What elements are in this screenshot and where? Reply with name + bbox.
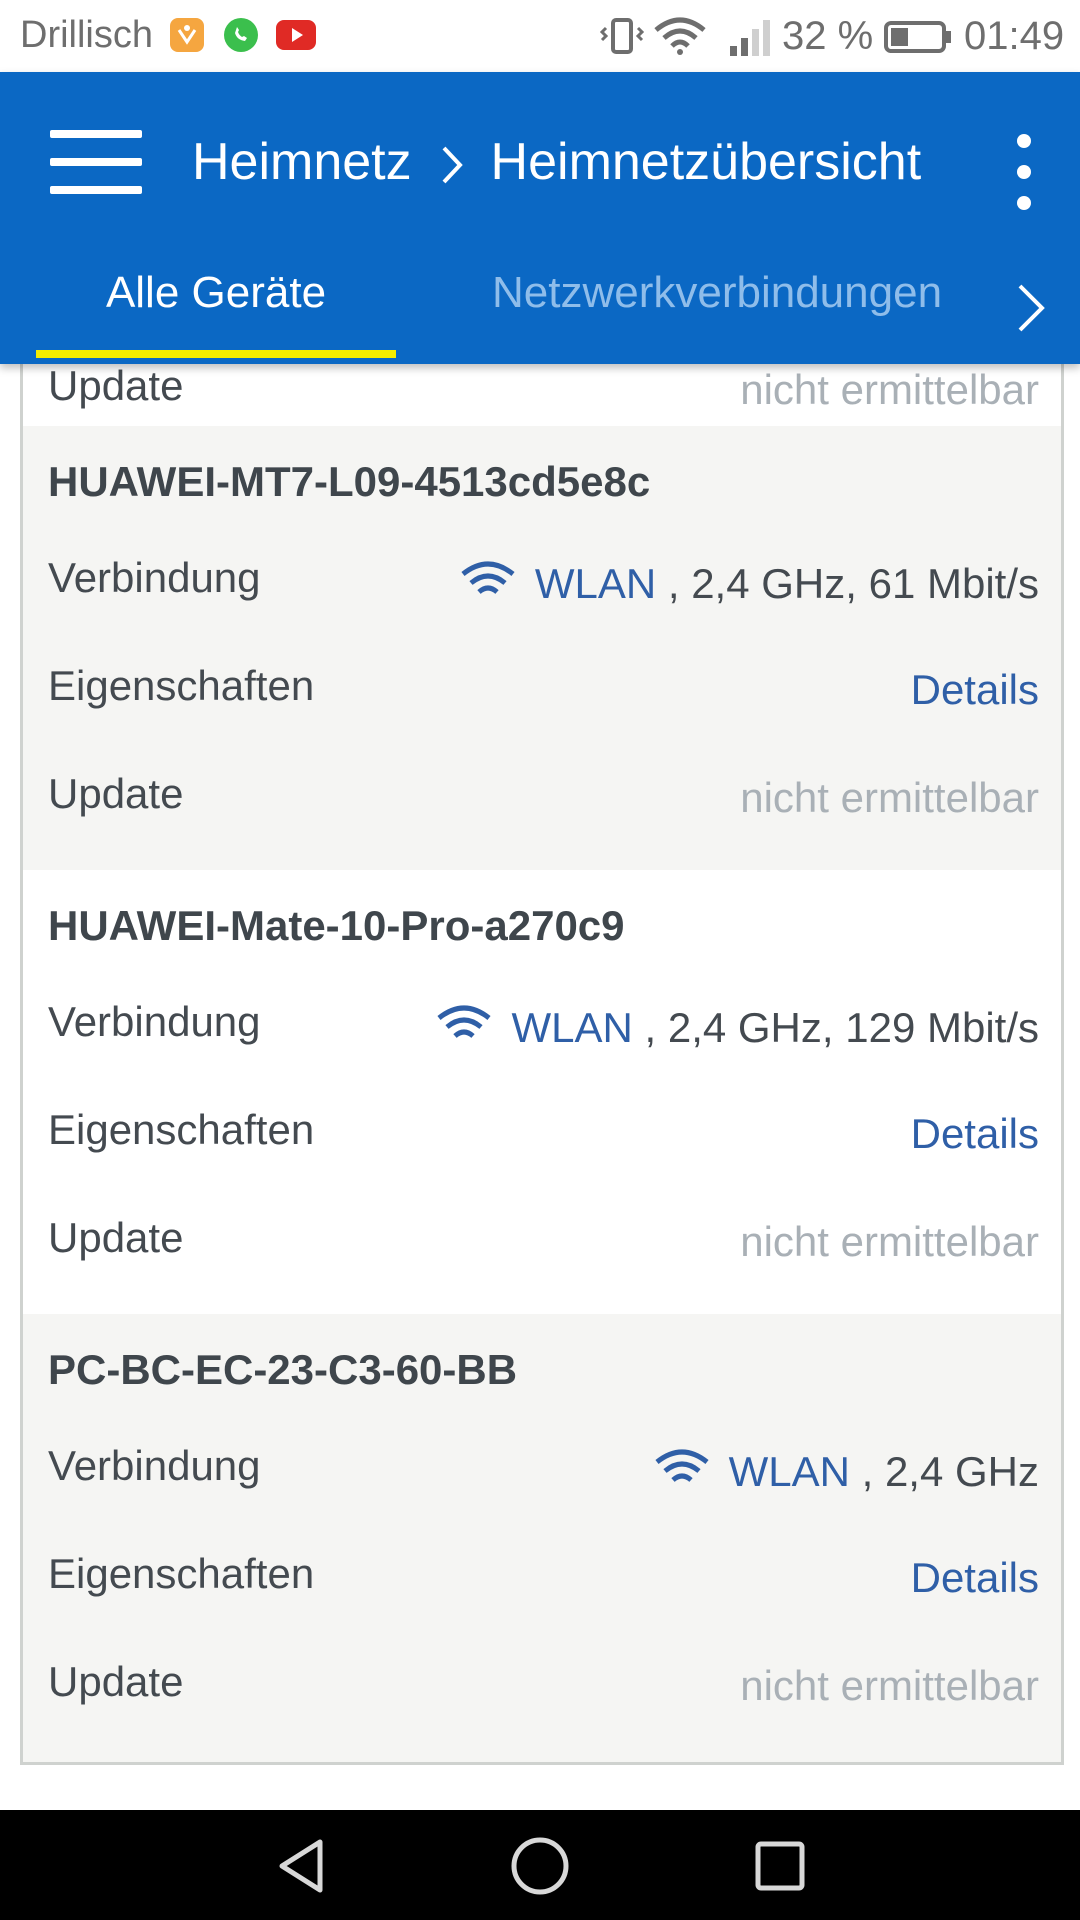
row-label: Verbindung [48,554,261,601]
vibrate-icon [599,16,645,61]
update-row: Update nicht ermittelbar [23,1188,1061,1296]
device-name: PC-BC-EC-23-C3-60-BB [48,1346,518,1393]
connection-type-link[interactable]: WLAN [535,560,656,607]
row-label: Update [48,1214,184,1261]
properties-row: Eigenschaften Details [23,636,1061,744]
connection-detail: , 2,4 GHz, 61 Mbit/s [656,560,1039,607]
system-nav-bar [0,1810,1080,1920]
tab-indicator [36,350,396,358]
row-label: Update [48,364,184,409]
properties-row: Eigenschaften Details [23,1080,1061,1188]
breadcrumb-parent[interactable]: Heimnetz [192,133,412,191]
row-label: Eigenschaften [48,1550,315,1597]
breadcrumb-current: Heimnetzübersicht [490,133,922,191]
breadcrumb: Heimnetz Heimnetzübersicht [192,132,921,212]
details-link[interactable]: Details [911,1554,1039,1602]
cell-signal-icon [728,18,774,61]
details-link[interactable]: Details [911,666,1039,714]
connection-type-link[interactable]: WLAN [729,1448,850,1495]
connection-row: Verbindung WLAN , 2,4 GHz, 61 Mbit/s [23,528,1061,636]
device-card[interactable]: PC-BC-EC-23-C3-60-BB Verbindung WLAN , 2… [23,1314,1061,1762]
update-value: nicht ermittelbar [740,1662,1039,1709]
battery-percent: 32 % [782,14,874,58]
wifi-status-icon [652,16,708,61]
clock: 01:49 [964,14,1065,58]
app-notification-icon [170,18,204,52]
device-card[interactable]: HUAWEI-Mate-10-Pro-a270c9 Verbindung WLA… [23,870,1061,1314]
details-link[interactable]: Details [911,1110,1039,1158]
chevron-right-icon [442,146,463,184]
back-icon[interactable] [270,1834,334,1898]
connection-value: WLAN , 2,4 GHz [653,1446,1039,1496]
home-icon[interactable] [508,1834,572,1898]
wifi-icon [437,1005,492,1038]
connection-detail: , 2,4 GHz [849,1448,1039,1495]
connection-value: WLAN , 2,4 GHz, 61 Mbit/s [459,558,1039,608]
connection-row: Verbindung WLAN , 2,4 GHz, 129 Mbit/s [23,972,1061,1080]
device-name: HUAWEI-Mate-10-Pro-a270c9 [48,902,625,949]
tab-alle-geraete[interactable]: Alle Geräte [36,268,396,318]
device-card[interactable]: HUAWEI-MT7-L09-4513cd5e8c Verbindung WLA… [23,426,1061,870]
youtube-icon [276,20,316,50]
row-label: Verbindung [48,998,261,1045]
recents-icon[interactable] [748,1834,812,1898]
row-label: Verbindung [48,1442,261,1489]
tab-netzwerkverbindungen[interactable]: Netzwerkverbindungen [492,268,942,318]
update-row: Update nicht ermittelbar [23,1632,1061,1740]
connection-detail: , 2,4 GHz, 129 Mbit/s [632,1004,1039,1051]
device-list[interactable]: Update nicht ermittelbar HUAWEI-MT7-L09-… [20,364,1064,1765]
connection-type-link[interactable]: WLAN [511,1004,632,1051]
wifi-icon [461,561,515,594]
whatsapp-icon [224,18,258,52]
update-value: nicht ermittelbar [740,366,1039,413]
carrier-name: Drillisch [20,14,153,56]
connection-value: WLAN , 2,4 GHz, 129 Mbit/s [435,1002,1039,1052]
tabs-scroll-right-icon[interactable] [1014,280,1048,336]
row-label: Eigenschaften [48,1106,315,1153]
update-value: nicht ermittelbar [740,1218,1039,1265]
row-label: Update [48,770,184,817]
app-bar: Heimnetz Heimnetzübersicht Alle Geräte N… [0,72,1080,364]
update-value: nicht ermittelbar [740,774,1039,821]
hamburger-menu-button[interactable] [50,130,142,194]
status-bar: Drillisch 32 % 01:49 [0,0,1080,72]
battery-icon [884,20,952,59]
row-label: Update [48,1658,184,1705]
wifi-icon [655,1449,709,1482]
more-options-button[interactable] [1014,134,1034,210]
device-name: HUAWEI-MT7-L09-4513cd5e8c [48,458,651,505]
update-row: Update nicht ermittelbar [23,744,1061,852]
connection-row: Verbindung WLAN , 2,4 GHz [23,1416,1061,1524]
row-label: Eigenschaften [48,662,315,709]
properties-row: Eigenschaften Details [23,1524,1061,1632]
